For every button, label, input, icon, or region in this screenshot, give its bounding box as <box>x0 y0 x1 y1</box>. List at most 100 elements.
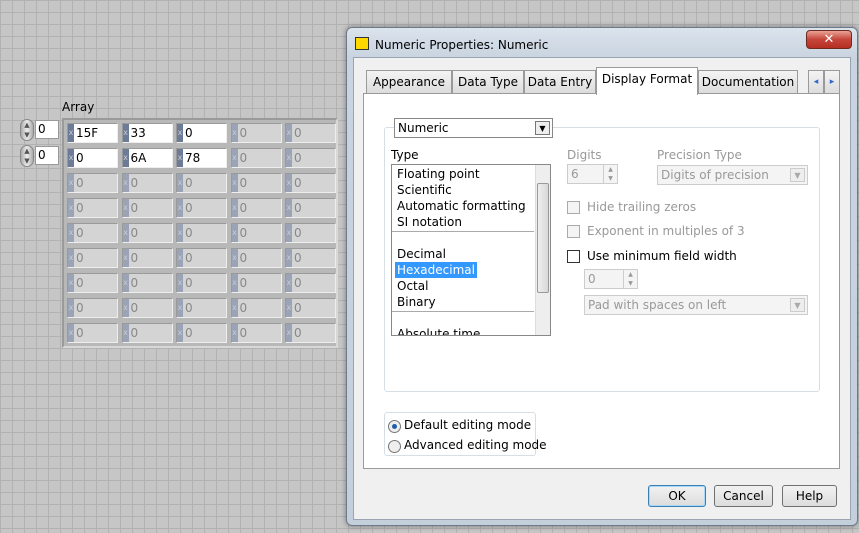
array-element[interactable]: x0 <box>67 248 118 268</box>
array-element[interactable]: x0 <box>285 223 336 243</box>
radix-indicator[interactable]: x <box>177 199 183 217</box>
array-element[interactable]: x0 <box>230 223 282 243</box>
radix-indicator[interactable]: x <box>122 199 129 217</box>
pad-select[interactable]: Pad with spaces on left ▼ <box>584 295 808 315</box>
array-element[interactable]: x0 <box>230 248 282 268</box>
radix-indicator[interactable]: x <box>68 249 74 267</box>
radix-indicator[interactable]: x <box>122 299 129 317</box>
type-option[interactable]: Scientific <box>397 182 452 198</box>
array-element[interactable]: x0 <box>67 148 118 168</box>
index-field[interactable]: 0 <box>35 146 59 165</box>
array-element[interactable]: x0 <box>176 323 227 343</box>
array-element[interactable]: x0 <box>121 273 173 293</box>
array-element[interactable]: x0 <box>285 148 336 168</box>
radix-indicator[interactable]: x <box>231 274 238 292</box>
radix-indicator[interactable]: x <box>231 199 238 217</box>
type-option[interactable]: Floating point <box>397 166 480 182</box>
array-element[interactable]: x0 <box>285 173 336 193</box>
array-element[interactable]: x0 <box>285 198 336 218</box>
radix-indicator[interactable]: x <box>286 174 292 192</box>
radix-indicator[interactable]: x <box>286 249 292 267</box>
array-index-row[interactable]: ▲ ▼ 0 <box>20 119 60 141</box>
array-element[interactable]: x0 <box>230 123 282 143</box>
help-button[interactable]: Help <box>782 485 837 507</box>
array-element[interactable]: x0 <box>121 223 173 243</box>
radix-indicator[interactable]: x <box>286 274 292 292</box>
radix-indicator[interactable]: x <box>177 299 183 317</box>
type-option[interactable]: Hexadecimal <box>395 262 477 278</box>
listbox-scrollbar[interactable] <box>535 165 550 335</box>
array-element[interactable]: x0 <box>176 173 227 193</box>
tab-documentation[interactable]: Documentation <box>698 70 798 94</box>
radix-indicator[interactable]: x <box>177 274 183 292</box>
radix-indicator[interactable]: x <box>68 149 74 167</box>
radix-indicator[interactable]: x <box>68 124 74 142</box>
type-option[interactable]: Absolute time <box>397 326 480 335</box>
radix-indicator[interactable]: x <box>231 249 238 267</box>
array-element[interactable]: x0 <box>176 248 227 268</box>
radix-indicator[interactable]: x <box>177 149 183 167</box>
exponent-multiples-checkbox[interactable] <box>567 225 580 238</box>
index-spinner[interactable]: ▲ ▼ <box>20 119 34 141</box>
array-element[interactable]: x0 <box>67 298 118 318</box>
array-element[interactable]: x0 <box>121 298 173 318</box>
scrollbar-thumb[interactable] <box>537 183 549 293</box>
array-element[interactable]: x0 <box>285 123 336 143</box>
radix-indicator[interactable]: x <box>231 174 238 192</box>
array-element[interactable]: x0 <box>230 273 282 293</box>
type-option[interactable]: Automatic formatting <box>397 198 526 214</box>
tab-display-format[interactable]: Display Format <box>596 67 698 95</box>
radix-indicator[interactable]: x <box>286 299 292 317</box>
array-element[interactable]: x 78 <box>176 148 227 168</box>
tab-scroll-right[interactable]: ▸ <box>824 70 840 94</box>
radix-indicator[interactable]: x <box>122 149 129 167</box>
radix-indicator[interactable]: x <box>122 324 129 342</box>
use-min-width-checkbox[interactable] <box>567 250 580 263</box>
radix-indicator[interactable]: x <box>231 299 238 317</box>
tab-data-type[interactable]: Data Type <box>452 70 524 94</box>
array-element[interactable]: x0 <box>176 198 227 218</box>
type-option[interactable]: Octal <box>397 278 428 294</box>
array-element[interactable]: x0 <box>176 223 227 243</box>
tab-appearance[interactable]: Appearance <box>366 70 452 94</box>
radix-indicator[interactable]: x <box>122 249 129 267</box>
radix-indicator[interactable]: x <box>177 174 183 192</box>
radix-indicator[interactable]: x <box>286 324 292 342</box>
type-option[interactable]: Decimal <box>397 246 446 262</box>
array-element[interactable]: x0 <box>121 173 173 193</box>
array-element[interactable]: x 33 <box>121 123 173 143</box>
radix-indicator[interactable]: x <box>231 124 238 142</box>
tab-data-entry[interactable]: Data Entry <box>524 70 596 94</box>
radix-indicator[interactable]: x <box>286 149 292 167</box>
advanced-mode-radio[interactable] <box>388 440 401 453</box>
array-element[interactable]: x0 <box>285 323 336 343</box>
radix-indicator[interactable]: x <box>122 274 129 292</box>
index-field[interactable]: 0 <box>35 120 59 139</box>
array-element[interactable]: x 15F <box>67 123 118 143</box>
radix-indicator[interactable]: x <box>68 174 74 192</box>
array-element[interactable]: x0 <box>121 248 173 268</box>
radix-indicator[interactable]: x <box>286 224 292 242</box>
array-element[interactable]: x0 <box>67 198 118 218</box>
radix-indicator[interactable]: x <box>231 224 238 242</box>
tab-scroll-left[interactable]: ◂ <box>808 70 824 94</box>
radix-indicator[interactable]: x <box>68 224 74 242</box>
array-element[interactable]: x0 <box>67 223 118 243</box>
radix-indicator[interactable]: x <box>177 324 183 342</box>
type-option[interactable]: SI notation <box>397 214 462 230</box>
array-element[interactable]: x0 <box>67 323 118 343</box>
format-select[interactable]: Numeric ▼ <box>394 118 553 138</box>
ok-button[interactable]: OK <box>648 485 706 507</box>
array-element[interactable]: x0 <box>230 198 282 218</box>
array-element[interactable]: x0 <box>121 198 173 218</box>
radix-indicator[interactable]: x <box>286 124 292 142</box>
radix-indicator[interactable]: x <box>68 274 74 292</box>
default-mode-radio[interactable] <box>388 420 401 433</box>
min-width-spinner[interactable]: 0 ▲ ▼ <box>584 269 638 289</box>
radix-indicator[interactable]: x <box>231 324 238 342</box>
array-element[interactable]: x0 <box>176 273 227 293</box>
array-element[interactable]: x 6A <box>121 148 173 168</box>
radix-indicator[interactable]: x <box>68 299 74 317</box>
radix-indicator[interactable]: x <box>122 174 129 192</box>
radix-indicator[interactable]: x <box>122 224 129 242</box>
